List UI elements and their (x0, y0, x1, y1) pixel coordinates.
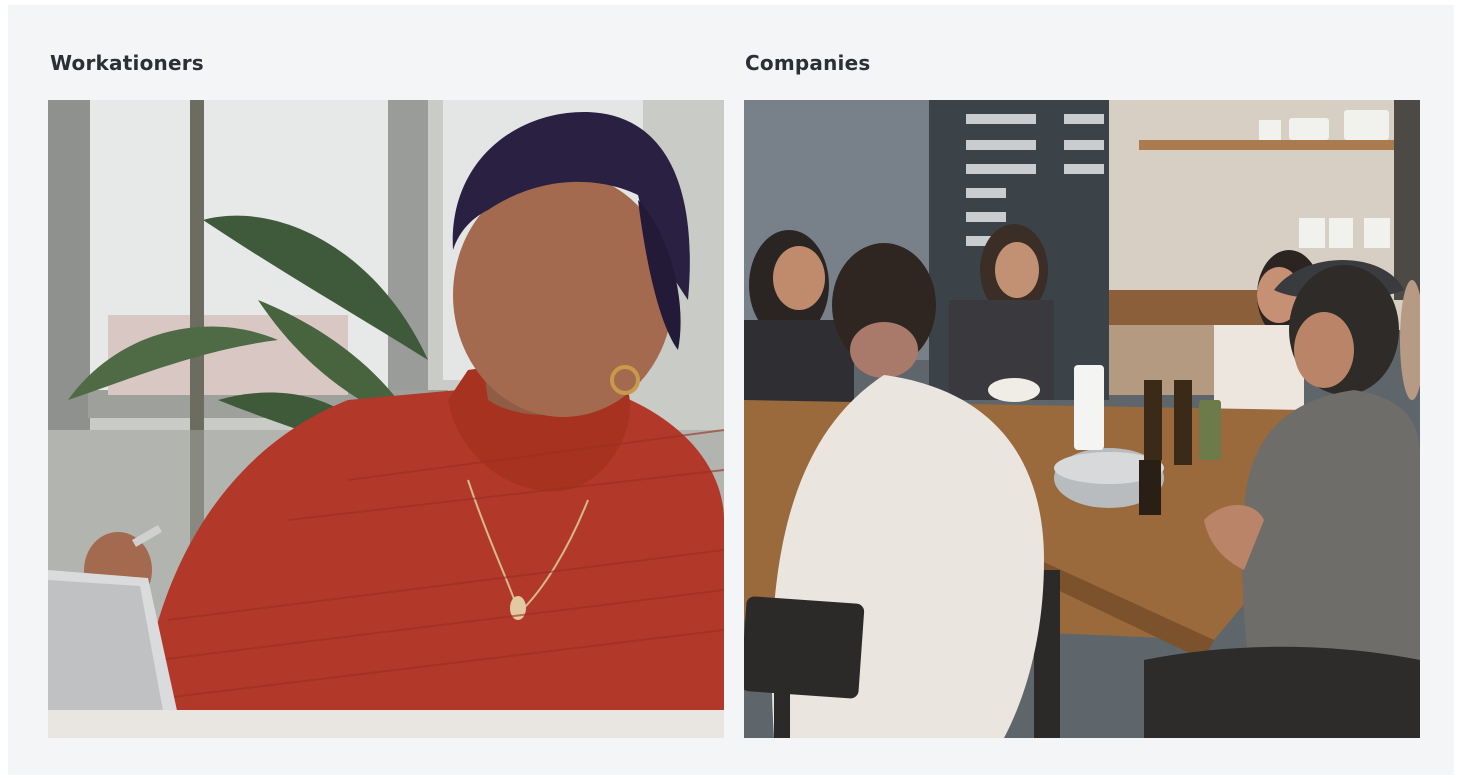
companies-title: Companies (745, 51, 871, 75)
audience-section: Workationers Companies (8, 5, 1454, 775)
workationers-title: Workationers (50, 51, 204, 75)
team-meeting-at-table-photo[interactable] (744, 100, 1420, 738)
woman-with-tablet-photo[interactable] (48, 100, 724, 738)
